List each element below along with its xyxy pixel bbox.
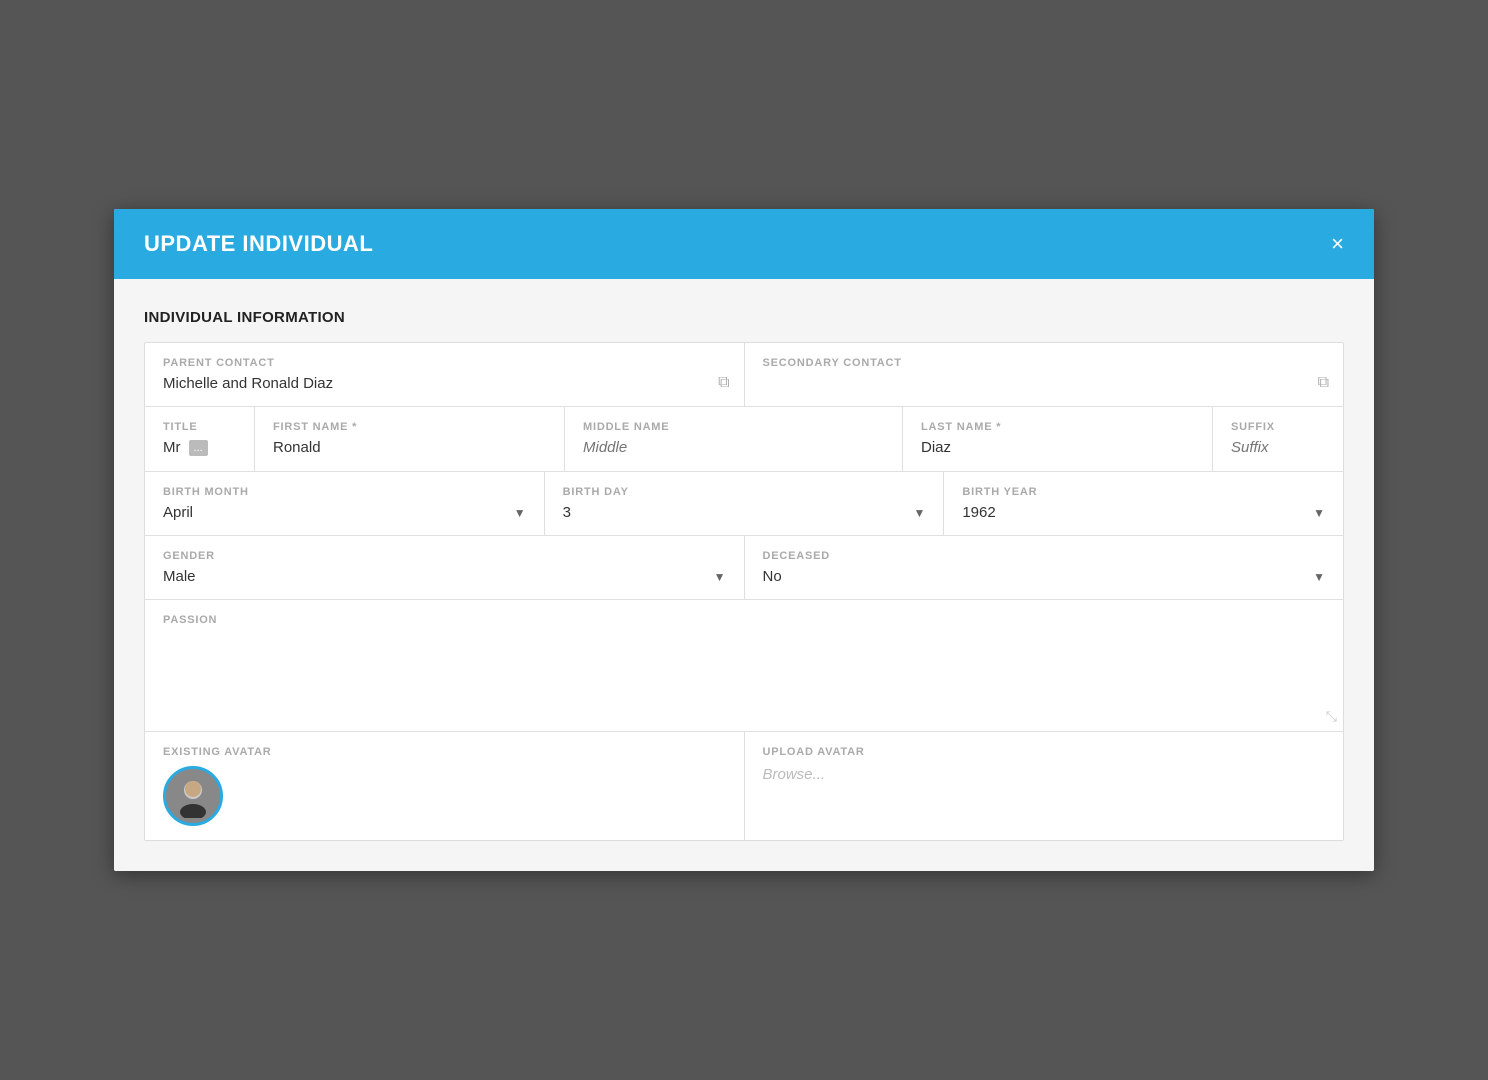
gender-row: GENDER Male ▼ DECEASED No ▼ [145,536,1343,600]
update-individual-modal: UPDATE INDIVIDUAL × INDIVIDUAL INFORMATI… [114,209,1374,871]
suffix-label: SUFFIX [1231,421,1325,433]
browse-text[interactable]: Browse... [763,766,1326,783]
middle-name-cell: MIDDLE NAME [565,407,903,471]
gender-arrow: ▼ [714,570,726,584]
birth-year-label: BIRTH YEAR [962,486,1325,498]
first-name-label: FIRST NAME * [273,421,546,433]
last-name-input[interactable] [921,439,1194,456]
form-section: PARENT CONTACT Michelle and Ronald Diaz … [144,342,1344,841]
middle-name-label: MIDDLE NAME [583,421,884,433]
secondary-contact-cell: SECONDARY CONTACT ⧉ [745,343,1344,406]
suffix-input[interactable] [1231,439,1325,456]
avatar-row: EXISTING AVATAR UPLOAD AVATAR [145,732,1343,840]
deceased-label: DECEASED [763,550,1326,562]
modal-body: INDIVIDUAL INFORMATION PARENT CONTACT Mi… [114,279,1374,871]
title-value-wrapper: Mr ... [163,439,236,456]
avatar-image [163,766,223,826]
modal-title: UPDATE INDIVIDUAL [144,231,373,257]
deceased-value: No [763,568,782,585]
birth-day-cell: BIRTH DAY 3 ▼ [545,472,945,535]
birth-month-select[interactable]: April ▼ [163,504,526,521]
upload-avatar-cell: UPLOAD AVATAR Browse... [745,732,1344,840]
suffix-cell: SUFFIX [1213,407,1343,471]
parent-contact-cell: PARENT CONTACT Michelle and Ronald Diaz … [145,343,745,406]
deceased-arrow: ▼ [1313,570,1325,584]
parent-contact-value: Michelle and Ronald Diaz [163,375,726,392]
first-name-cell: FIRST NAME * [255,407,565,471]
birth-day-select[interactable]: 3 ▼ [563,504,926,521]
birth-day-arrow: ▼ [913,506,925,520]
name-row: TITLE Mr ... FIRST NAME * MIDDLE NAME LA… [145,407,1343,472]
close-button[interactable]: × [1331,233,1344,255]
avatar-svg [171,774,215,818]
parent-contact-label: PARENT CONTACT [163,357,726,369]
passion-textarea[interactable] [163,632,1325,712]
gender-value: Male [163,568,196,585]
gender-select[interactable]: Male ▼ [163,568,726,585]
existing-avatar-cell: EXISTING AVATAR [145,732,745,840]
birth-year-cell: BIRTH YEAR 1962 ▼ [944,472,1343,535]
birth-year-value: 1962 [962,504,995,521]
passion-row: PASSION ⤡ [145,600,1343,732]
title-value: Mr [163,439,181,456]
gender-cell: GENDER Male ▼ [145,536,745,599]
title-label: TITLE [163,421,236,433]
contact-row: PARENT CONTACT Michelle and Ronald Diaz … [145,343,1343,407]
title-cell: TITLE Mr ... [145,407,255,471]
birth-year-arrow: ▼ [1313,506,1325,520]
birth-row: BIRTH MONTH April ▼ BIRTH DAY 3 ▼ BIRTH … [145,472,1343,536]
upload-avatar-label: UPLOAD AVATAR [763,746,1326,758]
middle-name-input[interactable] [583,439,884,456]
parent-edit-icon[interactable]: ⧉ [718,374,729,392]
resize-handle: ⤡ [1326,708,1337,725]
birth-day-label: BIRTH DAY [563,486,926,498]
modal-header: UPDATE INDIVIDUAL × [114,209,1374,279]
title-badge[interactable]: ... [189,440,208,456]
secondary-edit-icon[interactable]: ⧉ [1318,374,1329,392]
passion-label: PASSION [163,614,1325,626]
deceased-select[interactable]: No ▼ [763,568,1326,585]
last-name-label: LAST NAME * [921,421,1194,433]
birth-year-select[interactable]: 1962 ▼ [962,504,1325,521]
birth-month-label: BIRTH MONTH [163,486,526,498]
section-title: INDIVIDUAL INFORMATION [144,309,1344,326]
first-name-input[interactable] [273,439,546,456]
existing-avatar-label: EXISTING AVATAR [163,746,726,758]
last-name-cell: LAST NAME * [903,407,1213,471]
birth-month-arrow: ▼ [514,506,526,520]
secondary-contact-label: SECONDARY CONTACT [763,357,1326,369]
birth-month-value: April [163,504,193,521]
gender-label: GENDER [163,550,726,562]
birth-day-value: 3 [563,504,571,521]
birth-month-cell: BIRTH MONTH April ▼ [145,472,545,535]
deceased-cell: DECEASED No ▼ [745,536,1344,599]
